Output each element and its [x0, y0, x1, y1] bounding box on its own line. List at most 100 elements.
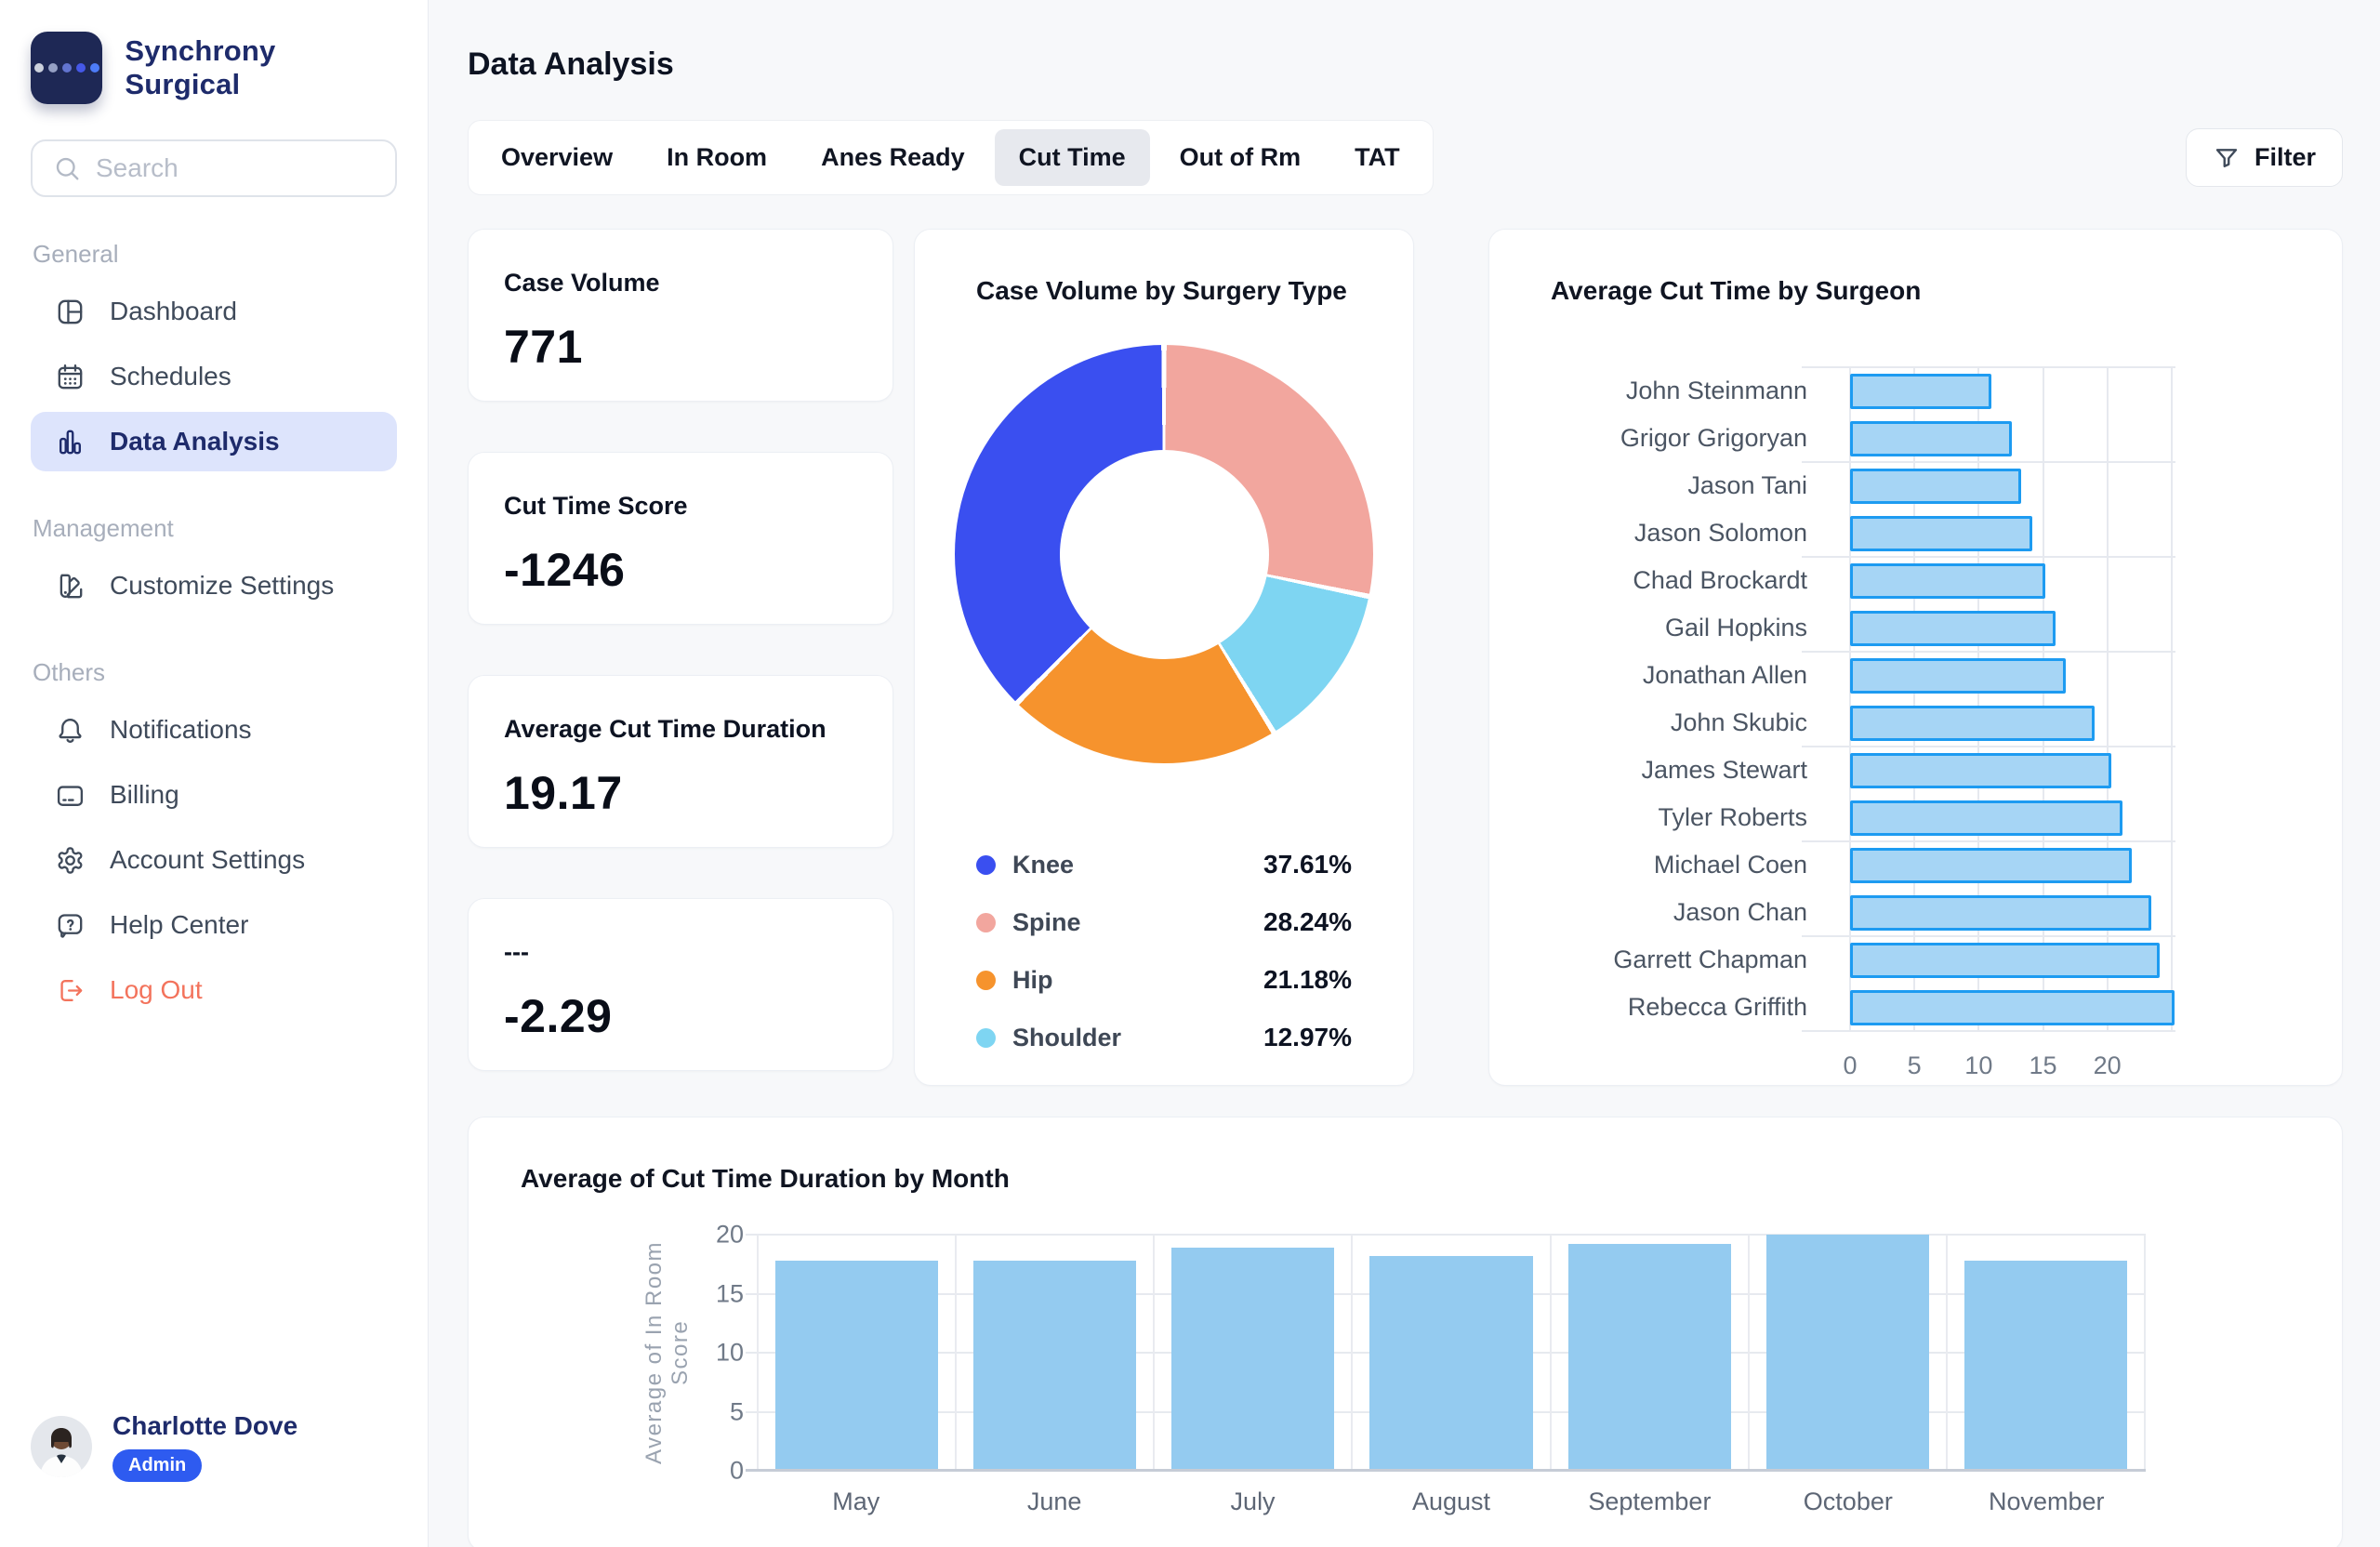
month-bar-chart: Average of In Room Score05101520MayJuneJ… — [521, 1235, 2290, 1516]
dashboard-row: Case Volume771Cut Time Score-1246Average… — [468, 229, 2343, 1086]
tab-bar: OverviewIn RoomAnes ReadyCut TimeOut of … — [468, 120, 1434, 195]
nav-section-label: General — [33, 240, 395, 269]
surgeon-bar-john-skubic — [1850, 706, 2095, 741]
bell-icon — [55, 715, 86, 746]
stat-label: Cut Time Score — [504, 492, 857, 521]
sidebar-item-notifications[interactable]: Notifications — [31, 700, 397, 760]
tab-tat[interactable]: TAT — [1330, 129, 1423, 186]
tab-overview[interactable]: Overview — [477, 129, 637, 186]
surgeon-name: Tyler Roberts — [1489, 794, 1850, 841]
axis-tick-label: 5 — [1908, 1051, 1922, 1080]
surgeon-bar-gail-hopkins — [1850, 611, 2056, 646]
sidebar-item-customize-settings[interactable]: Customize Settings — [31, 556, 397, 615]
month-slot — [757, 1235, 955, 1471]
legend-label: Knee — [1012, 851, 1074, 879]
calendar-icon — [55, 362, 86, 392]
sidebar-item-help-center[interactable]: Help Center — [31, 895, 397, 955]
month-chart-card: Average of Cut Time Duration by Month Av… — [468, 1117, 2343, 1547]
gridline — [1913, 367, 1915, 1031]
month-bar-august — [1369, 1256, 1532, 1471]
stat-value: -2.29 — [504, 989, 857, 1043]
surgeon-bar-chart: John SteinmannGrigor GrigoryanJason Tani… — [1489, 367, 2342, 1083]
axis-tick-label: June — [955, 1488, 1153, 1516]
sidebar: Synchrony Surgical GeneralDashboardSched… — [0, 0, 429, 1547]
filter-label: Filter — [2254, 143, 2316, 172]
axis-tick-label: May — [757, 1488, 955, 1516]
surgeon-name: James Stewart — [1489, 747, 1850, 794]
legend-value: 28.24% — [1263, 907, 1352, 937]
logo-dot — [62, 63, 72, 73]
legend-dot-icon — [976, 913, 996, 932]
role-badge: Admin — [112, 1449, 202, 1482]
tab-out-of-rm[interactable]: Out of Rm — [1156, 129, 1325, 186]
avatar — [31, 1416, 92, 1477]
surgeon-name: Gail Hopkins — [1489, 604, 1850, 652]
month-chart-title: Average of Cut Time Duration by Month — [521, 1164, 2290, 1194]
surgeon-name: John Skubic — [1489, 699, 1850, 747]
surgeon-name: Rebecca Griffith — [1489, 984, 1850, 1031]
gridline — [2107, 367, 2109, 1031]
legend-dot-icon — [976, 1028, 996, 1048]
legend-dot-icon — [976, 855, 996, 875]
gridline — [1802, 366, 2175, 368]
sidebar-item-label: Dashboard — [110, 297, 237, 326]
logo-dot — [34, 63, 44, 73]
gridline — [1802, 935, 2175, 937]
sidebar-item-dashboard[interactable]: Dashboard — [31, 282, 397, 341]
gear-icon — [55, 845, 86, 876]
surgeon-name: Michael Coen — [1489, 841, 1850, 889]
tab-anes-ready[interactable]: Anes Ready — [797, 129, 989, 186]
surgeon-bar-rebecca-griffith — [1850, 990, 2175, 1025]
surgeon-bar-chad-brockardt — [1850, 563, 2045, 599]
axis-tick-label: 0 — [730, 1457, 744, 1486]
legend-dot-icon — [976, 971, 996, 990]
month-bar-november — [1964, 1261, 2127, 1471]
stat-label: Case Volume — [504, 269, 857, 298]
brand-logo-icon — [31, 32, 102, 104]
donut-legend: Knee37.61%Spine28.24%Hip21.18%Shoulder12… — [937, 836, 1391, 1066]
axis-tick-label: 10 — [1964, 1051, 1992, 1080]
sidebar-item-billing[interactable]: Billing — [31, 765, 397, 825]
surgeon-x-axis: 05101520 — [1850, 1031, 2175, 1083]
filter-button[interactable]: Filter — [2186, 128, 2343, 187]
legend-label: Shoulder — [1012, 1024, 1121, 1052]
legend-value: 21.18% — [1263, 965, 1352, 995]
month-bar-june — [973, 1261, 1136, 1471]
dashboard-icon — [55, 297, 86, 327]
axis-tick-label: 0 — [1843, 1051, 1857, 1080]
search-icon — [53, 154, 81, 182]
sidebar-item-schedules[interactable]: Schedules — [31, 347, 397, 406]
gridline — [1802, 461, 2175, 463]
legend-label: Spine — [1012, 908, 1081, 937]
surgeon-bar-jason-tani — [1850, 469, 2021, 504]
page-title: Data Analysis — [468, 46, 2343, 83]
surgeon-bar-grigor-grigoryan — [1850, 421, 2012, 456]
surgeon-name: Chad Brockardt — [1489, 557, 1850, 604]
surgeon-bar-james-stewart — [1850, 753, 2111, 788]
sidebar-item-data-analysis[interactable]: Data Analysis — [31, 412, 397, 471]
surgeon-name: Jason Tani — [1489, 462, 1850, 509]
donut-chart — [955, 345, 1373, 763]
month-plot-area — [757, 1235, 2146, 1471]
tab-cut-time[interactable]: Cut Time — [995, 129, 1150, 186]
x-axis-line — [746, 1469, 2146, 1472]
donut-chart-card: Case Volume by Surgery Type Knee37.61%Sp… — [914, 229, 1414, 1086]
legend-label: Hip — [1012, 966, 1053, 995]
search-input[interactable] — [96, 153, 431, 183]
legend-item-hip: Hip 21.18% — [937, 951, 1391, 1009]
legend-value: 12.97% — [1263, 1023, 1352, 1052]
surgeon-bar-jason-chan — [1850, 895, 2151, 931]
sidebar-item-label: Notifications — [110, 715, 252, 745]
sidebar-item-log-out[interactable]: Log Out — [31, 960, 397, 1020]
sidebar-item-account-settings[interactable]: Account Settings — [31, 830, 397, 890]
tab-in-room[interactable]: In Room — [642, 129, 791, 186]
user-profile[interactable]: Charlotte Dove Admin — [31, 1411, 397, 1482]
surgeon-bar-garrett-chapman — [1850, 943, 2160, 978]
search-box[interactable] — [31, 139, 397, 197]
stat-card-average-cut-time-duration: Average Cut Time Duration19.17 — [468, 675, 893, 848]
sidebar-item-label: Account Settings — [110, 845, 305, 875]
surgeon-bar-tyler-roberts — [1850, 800, 2122, 836]
surgeon-name: Jason Chan — [1489, 889, 1850, 936]
filter-icon — [2213, 144, 2241, 172]
stat-value: -1246 — [504, 543, 857, 597]
